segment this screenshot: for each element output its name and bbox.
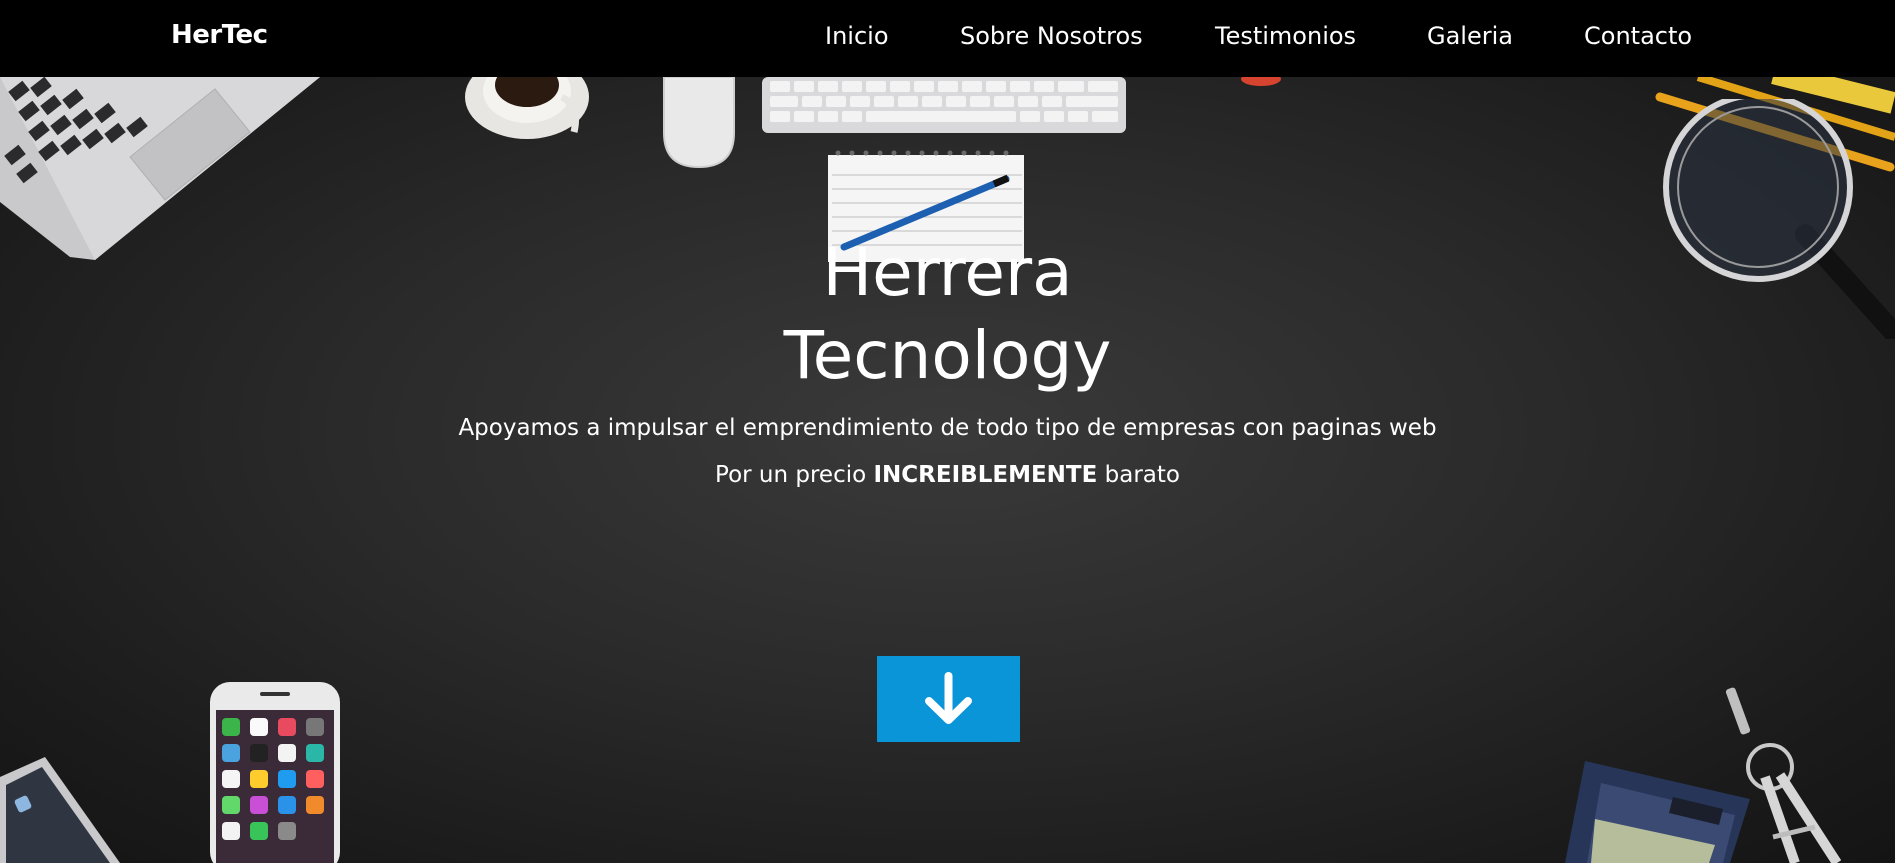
nav-link-inicio[interactable]: Inicio xyxy=(825,22,889,50)
arrow-down-icon xyxy=(925,672,972,724)
price-suffix: barato xyxy=(1104,462,1180,488)
hero-price-line: Por un precio INCREIBLEMENTE barato xyxy=(0,462,1895,488)
nav-link-testimonios[interactable]: Testimonios xyxy=(1215,22,1356,50)
phone-image xyxy=(210,682,340,863)
compass-image xyxy=(1725,687,1842,863)
eraser-image xyxy=(1241,77,1281,86)
page: HerTec Inicio Sobre Nosotros Testimonios… xyxy=(0,0,1895,863)
hero-title-line2: Tecnology xyxy=(783,317,1112,394)
keyboard-image xyxy=(762,77,1126,133)
nav-link-galeria[interactable]: Galeria xyxy=(1427,22,1513,50)
nav-link-contacto[interactable]: Contacto xyxy=(1584,22,1692,50)
hero-section: Herrera Tecnology Apoyamos a impulsar el… xyxy=(0,77,1895,863)
tablet-image xyxy=(0,757,120,863)
hero-subtitle: Apoyamos a impulsar el emprendimiento de… xyxy=(458,415,1437,441)
nav-link-sobre-nosotros[interactable]: Sobre Nosotros xyxy=(960,22,1143,50)
price-prefix: Por un precio xyxy=(715,462,867,488)
mouse-image xyxy=(663,77,735,169)
navbar: HerTec Inicio Sobre Nosotros Testimonios… xyxy=(0,0,1895,77)
brand-logo[interactable]: HerTec xyxy=(171,20,268,50)
hero-title-line1: Herrera xyxy=(822,234,1073,311)
coffee-cup-image xyxy=(465,77,589,139)
scroll-down-button[interactable] xyxy=(877,656,1020,742)
price-emphasis: INCREIBLEMENTE xyxy=(873,462,1098,488)
calculator-image xyxy=(1565,761,1750,863)
